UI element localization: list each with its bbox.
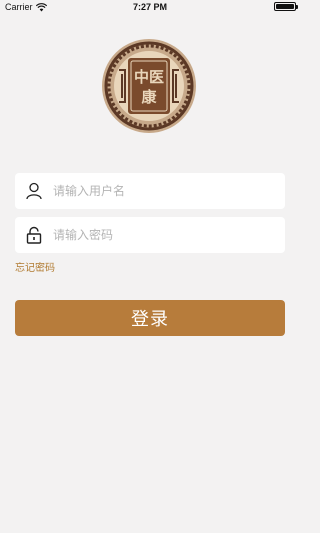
status-bar: Carrier 7:27 PM: [0, 0, 300, 14]
user-icon: [15, 173, 53, 209]
forgot-password-link[interactable]: 忘记密码: [15, 259, 55, 274]
username-input[interactable]: [53, 173, 285, 209]
login-button[interactable]: 登录: [15, 300, 285, 336]
svg-text:康: 康: [141, 88, 157, 106]
logo-text: 中医: [134, 68, 164, 86]
status-time: 7:27 PM: [132, 2, 167, 12]
username-field[interactable]: [15, 173, 285, 209]
password-input[interactable]: [53, 217, 285, 253]
lock-icon: [15, 217, 53, 253]
login-screen: Carrier 7:27 PM 中医 康 请输入用户名 忘记密码 登录: [0, 0, 300, 533]
app-logo: 中医 康: [101, 38, 197, 134]
password-field[interactable]: [15, 217, 285, 253]
battery-icon: [274, 2, 298, 11]
